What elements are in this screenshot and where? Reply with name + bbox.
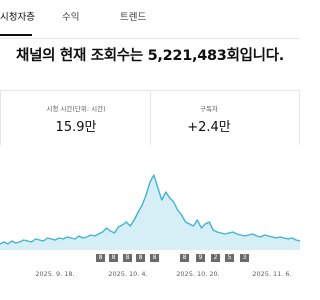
- views-headline: 채널의 현재 조회수는 5,221,483회입니다.: [16, 48, 284, 64]
- x-tick-label: 2025. 11. 6.: [252, 270, 292, 278]
- stat-divider: [299, 91, 300, 145]
- x-tick-label: 2025. 10. 4.: [108, 270, 148, 278]
- x-tick-label: 2025. 9. 18.: [35, 270, 75, 278]
- views-chart[interactable]: [0, 160, 300, 250]
- video-marker[interactable]: 5: [225, 254, 234, 262]
- stats-row: 시청 시간(단위: 시간) 15.9만 구독자 +2.4만: [0, 90, 300, 145]
- stat-subscribers-value: +2.4만: [187, 120, 231, 135]
- video-marker[interactable]: 8: [96, 254, 105, 262]
- stat-subscribers-label: 구독자: [200, 105, 218, 113]
- chart-area-fill: [0, 175, 300, 250]
- tab-bar: 시청자층 수익 트렌드: [0, 0, 300, 39]
- video-marker[interactable]: 2: [211, 254, 220, 262]
- stat-divider: [0, 91, 1, 145]
- tab-trends[interactable]: 트렌드: [120, 9, 146, 23]
- video-marker[interactable]: 9: [196, 254, 205, 262]
- video-marker[interactable]: 8: [136, 254, 145, 262]
- video-marker[interactable]: 8: [180, 254, 189, 262]
- stat-subscribers[interactable]: 구독자 +2.4만: [145, 91, 273, 145]
- video-marker[interactable]: 8: [123, 254, 132, 262]
- video-marker[interactable]: 8: [109, 254, 118, 262]
- stat-watch-time-label: 시청 시간(단위: 시간): [46, 105, 106, 113]
- video-marker[interactable]: 3: [240, 254, 249, 262]
- x-tick-label: 2025. 10. 20.: [176, 270, 220, 278]
- active-tab-indicator: [0, 34, 32, 36]
- tab-revenue[interactable]: 수익: [62, 9, 79, 23]
- video-marker[interactable]: 8: [150, 254, 159, 262]
- stat-watch-time[interactable]: 시청 시간(단위: 시간) 15.9만: [12, 91, 140, 145]
- stat-watch-time-value: 15.9만: [55, 120, 97, 135]
- tab-audience[interactable]: 시청자층: [0, 9, 35, 23]
